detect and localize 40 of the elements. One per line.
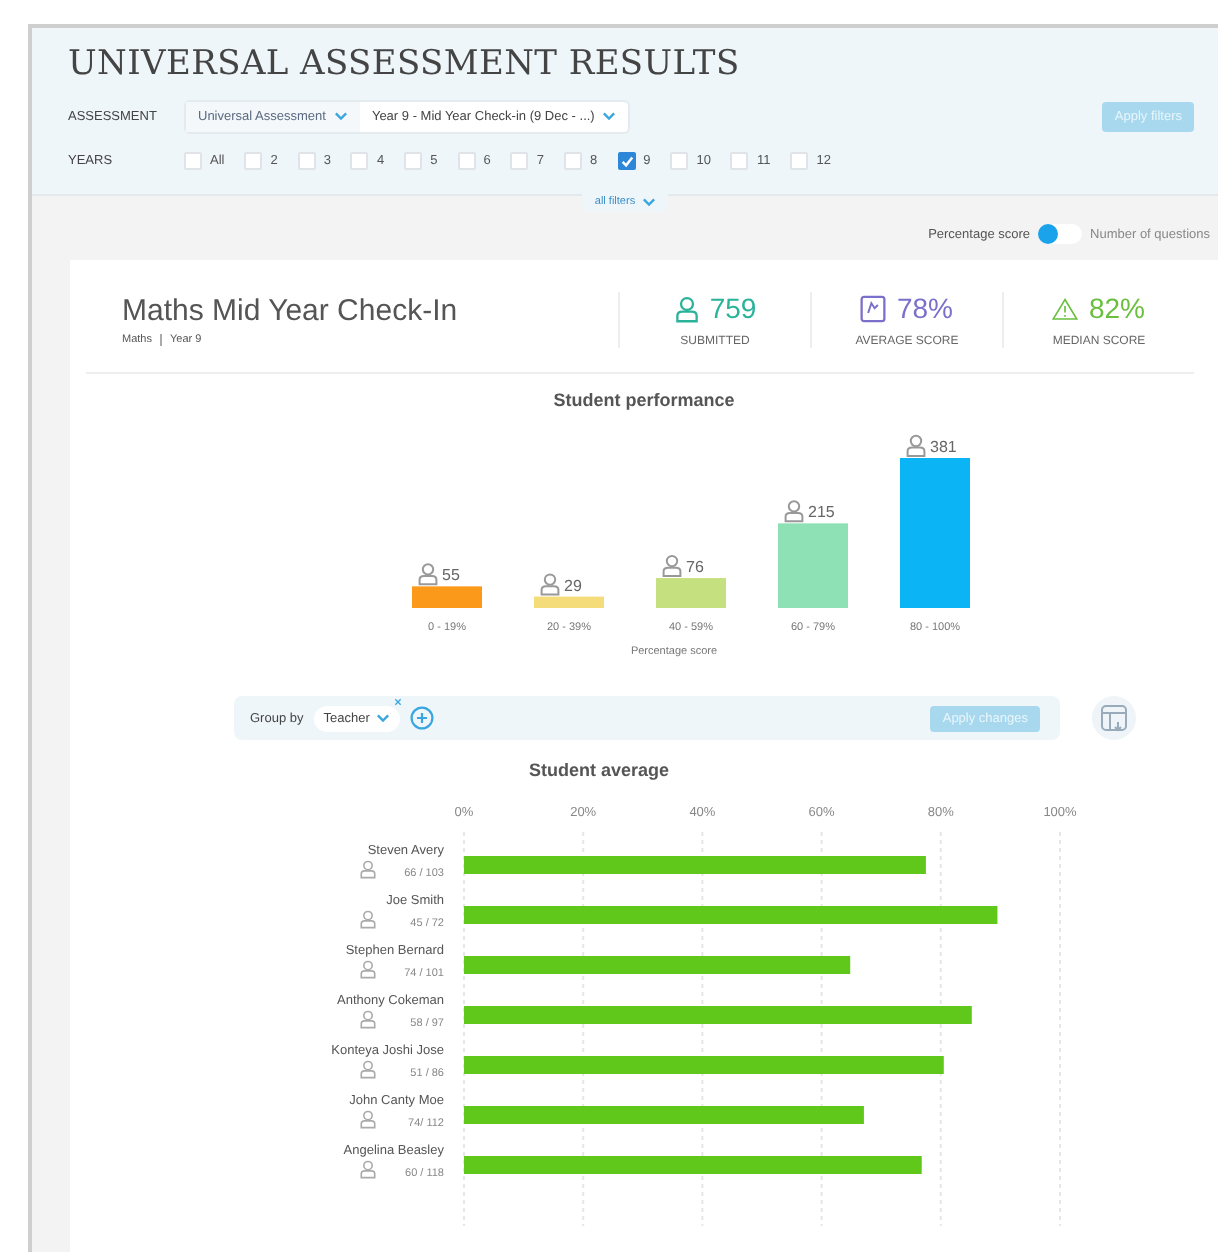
document-icon <box>860 293 887 323</box>
person-icon <box>359 1010 375 1029</box>
chart-title: Student average <box>528 760 670 780</box>
table-export-button[interactable] <box>1092 696 1136 740</box>
chevron-down-icon <box>641 196 656 208</box>
stat-value: 759 <box>709 292 757 324</box>
person-icon <box>359 960 375 979</box>
remove-icon[interactable] <box>393 697 402 705</box>
score-toggle[interactable] <box>1038 224 1083 244</box>
checkmark-icon <box>619 153 634 167</box>
data-label: 55 <box>442 566 460 585</box>
chevron-down-icon <box>602 110 617 122</box>
person-icon <box>359 1110 375 1129</box>
person-icon <box>359 1060 375 1079</box>
stat-value: 78% <box>896 292 954 324</box>
data-label: 29 <box>564 576 582 595</box>
warning-triangle-icon <box>1052 293 1079 323</box>
person-icon <box>662 554 682 578</box>
chart-title: Student performance <box>553 390 735 410</box>
chevron-down-icon <box>333 110 348 122</box>
person-icon <box>359 1160 375 1179</box>
add-group-button[interactable] <box>409 706 434 730</box>
close-icon <box>393 697 402 705</box>
person-icon <box>673 293 700 323</box>
data-label: 215 <box>808 503 835 522</box>
person-icon <box>906 434 926 457</box>
year-checkbox[interactable] <box>617 151 636 169</box>
data-label: 381 <box>930 438 957 456</box>
person-icon <box>418 563 438 586</box>
table-icon <box>1100 704 1128 732</box>
assessment-name: Maths Mid Year Check-In <box>122 294 460 328</box>
person-icon <box>359 860 375 879</box>
chevron-down-icon <box>375 712 390 724</box>
plus-icon <box>409 706 434 730</box>
person-icon <box>359 910 375 929</box>
person-icon <box>540 573 560 596</box>
page-title: UNIVERSAL ASSESSMENT RESULTS <box>68 44 742 84</box>
stat-value: 82% <box>1088 292 1146 324</box>
person-icon <box>784 500 804 523</box>
data-label: 76 <box>686 558 704 577</box>
